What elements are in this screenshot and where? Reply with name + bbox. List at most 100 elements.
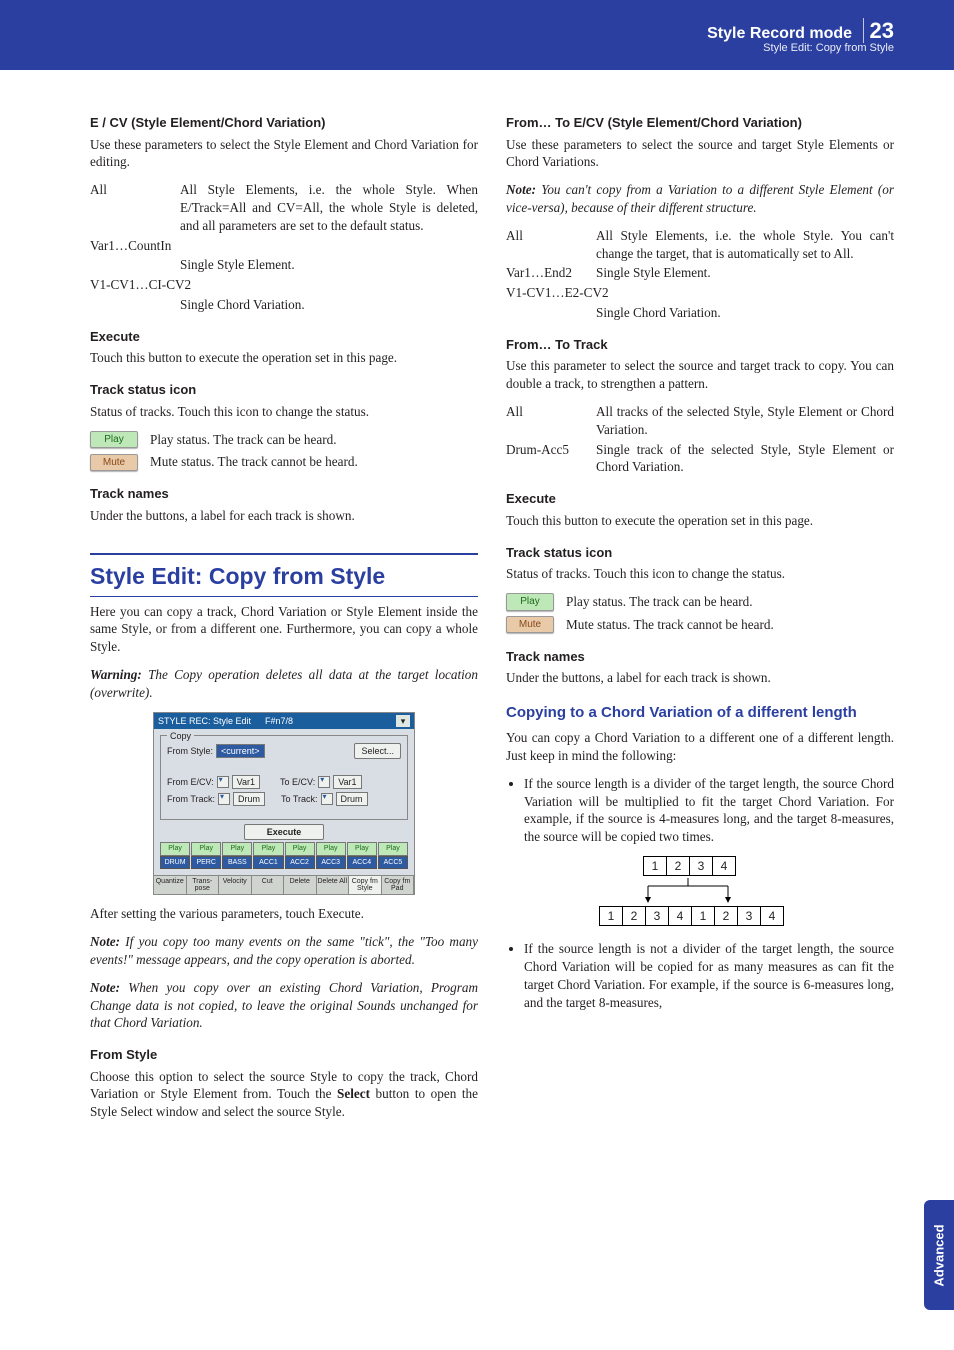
- track-name: ACC5: [378, 856, 408, 869]
- from-style-label: From Style:: [167, 745, 213, 757]
- select-button[interactable]: Select...: [354, 743, 401, 759]
- from-track-value[interactable]: Drum: [233, 792, 265, 806]
- def-desc: Single Chord Variation.: [180, 296, 478, 314]
- track-play-button[interactable]: Play: [378, 842, 408, 855]
- def-term: All: [506, 227, 596, 263]
- dropdown-icon[interactable]: [217, 776, 229, 788]
- execute-button[interactable]: Execute: [244, 824, 325, 840]
- menu-dropdown-icon[interactable]: ▾: [396, 715, 410, 727]
- text: Status of tracks. Touch this icon to cha…: [506, 565, 894, 583]
- tab-selected[interactable]: Copy fm Style: [349, 876, 382, 894]
- text: Use these parameters to select the Style…: [90, 136, 478, 172]
- note: Note: If you copy too many events on the…: [90, 933, 478, 969]
- text: Touch this button to execute the operati…: [90, 349, 478, 367]
- diagram-cell: 3: [645, 906, 669, 926]
- text: Here you can copy a track, Chord Variati…: [90, 603, 478, 656]
- track-play-button[interactable]: Play: [347, 842, 377, 855]
- track-name: ACC1: [253, 856, 283, 869]
- heading-execute: Execute: [90, 328, 478, 346]
- tab[interactable]: Delete All: [317, 876, 350, 894]
- def-term: Var1…End2: [506, 264, 596, 282]
- heading-from-to-ecv: From… To E/CV (Style Element/Chord Varia…: [506, 114, 894, 132]
- text: Under the buttons, a label for each trac…: [90, 507, 478, 525]
- tab[interactable]: Trans- pose: [187, 876, 220, 894]
- from-ecv-value[interactable]: Var1: [232, 775, 260, 789]
- shot-tempo: F#n7/8: [265, 715, 293, 727]
- def-term: V1-CV1…E2-CV2: [506, 284, 609, 302]
- tab[interactable]: Delete: [284, 876, 317, 894]
- diagram-cell: 2: [714, 906, 738, 926]
- heading-track-status: Track status icon: [90, 381, 478, 399]
- heading-from-style: From Style: [90, 1046, 478, 1064]
- page-number: 23: [863, 18, 894, 43]
- subsection-title: Copying to a Chord Variation of a differ…: [506, 703, 894, 723]
- track-play-button[interactable]: Play: [285, 842, 315, 855]
- warning-note: Warning: The Copy operation deletes all …: [90, 666, 478, 702]
- bullet: If the source length is a divider of the…: [524, 775, 894, 846]
- dropdown-icon[interactable]: [318, 776, 330, 788]
- tab[interactable]: Velocity: [219, 876, 252, 894]
- heading-from-to-track: From… To Track: [506, 336, 894, 354]
- diagram-cell: 1: [643, 856, 667, 876]
- diagram-arrows-icon: [600, 876, 800, 906]
- diagram-cell: 1: [691, 906, 715, 926]
- play-status-icon[interactable]: Play: [506, 593, 554, 611]
- header-subtitle: Style Edit: Copy from Style: [707, 42, 894, 54]
- to-track-value[interactable]: Drum: [336, 792, 368, 806]
- dropdown-icon[interactable]: [218, 793, 230, 805]
- screenshot-style-edit: STYLE REC: Style Edit F#n7/8 ▾ Copy From…: [153, 712, 415, 896]
- track-name: ACC4: [347, 856, 377, 869]
- track-play-row: Play Play Play Play Play Play Play Play: [160, 842, 408, 855]
- mute-status-icon[interactable]: Mute: [506, 616, 554, 634]
- heading-ecv: E / CV (Style Element/Chord Variation): [90, 114, 478, 132]
- def-desc: Single Style Element.: [180, 256, 478, 274]
- from-style-value[interactable]: <current>: [216, 744, 265, 758]
- track-play-button[interactable]: Play: [253, 842, 283, 855]
- text: You can copy a Chord Variation to a diff…: [506, 729, 894, 765]
- section-title: Style Edit: Copy from Style: [90, 553, 478, 597]
- track-play-button[interactable]: Play: [222, 842, 252, 855]
- diagram-cell: 2: [666, 856, 690, 876]
- text: Under the buttons, a label for each trac…: [506, 669, 894, 687]
- mute-status-desc: Mute status. The track cannot be heard.: [566, 616, 774, 634]
- track-play-button[interactable]: Play: [191, 842, 221, 855]
- def-desc: All Style Elements, i.e. the whole Style…: [180, 181, 478, 234]
- measure-diagram: 1 2 3 4 1 2 3 4 1 2: [600, 856, 800, 926]
- diagram-cell: 2: [622, 906, 646, 926]
- def-desc: All Style Elements, i.e. the whole Style…: [596, 227, 894, 263]
- play-status-desc: Play status. The track can be heard.: [150, 431, 337, 449]
- def-desc: Single track of the selected Style, Styl…: [596, 441, 894, 477]
- def-term: Drum-Acc5: [506, 441, 596, 477]
- shot-title: STYLE REC: Style Edit: [158, 715, 251, 727]
- dropdown-icon[interactable]: [321, 793, 333, 805]
- left-column: E / CV (Style Element/Chord Variation) U…: [90, 100, 478, 1131]
- bullet: If the source length is not a divider of…: [524, 940, 894, 1011]
- def-term: V1-CV1…CI-CV2: [90, 276, 191, 294]
- note: Note: When you copy over an existing Cho…: [90, 979, 478, 1032]
- heading-track-names: Track names: [90, 485, 478, 503]
- tab[interactable]: Quantize: [154, 876, 187, 894]
- header-title: Style Record mode: [707, 25, 852, 42]
- track-play-button[interactable]: Play: [160, 842, 190, 855]
- note: Note: You can't copy from a Variation to…: [506, 181, 894, 217]
- right-column: From… To E/CV (Style Element/Chord Varia…: [506, 100, 894, 1131]
- heading-track-names: Track names: [506, 648, 894, 666]
- def-term: Var1…CountIn: [90, 237, 171, 255]
- header-bar: Style Record mode 23 Style Edit: Copy fr…: [0, 0, 954, 70]
- diagram-cell: 3: [737, 906, 761, 926]
- diagram-cell: 3: [689, 856, 713, 876]
- tab[interactable]: Cut: [252, 876, 285, 894]
- def-desc: Single Chord Variation.: [596, 304, 894, 322]
- mute-status-icon[interactable]: Mute: [90, 454, 138, 472]
- track-play-button[interactable]: Play: [316, 842, 346, 855]
- track-name: PERC: [191, 856, 221, 869]
- tab[interactable]: Copy fm Pad: [382, 876, 415, 894]
- play-status-icon[interactable]: Play: [90, 431, 138, 449]
- text: Use this parameter to select the source …: [506, 357, 894, 393]
- diagram-cell: 4: [712, 856, 736, 876]
- to-ecv-value[interactable]: Var1: [333, 775, 361, 789]
- text: Touch this button to execute the operati…: [506, 512, 894, 530]
- from-track-label: From Track:: [167, 793, 215, 805]
- side-tab-advanced[interactable]: Advanced: [924, 1200, 954, 1310]
- heading-execute: Execute: [506, 490, 894, 508]
